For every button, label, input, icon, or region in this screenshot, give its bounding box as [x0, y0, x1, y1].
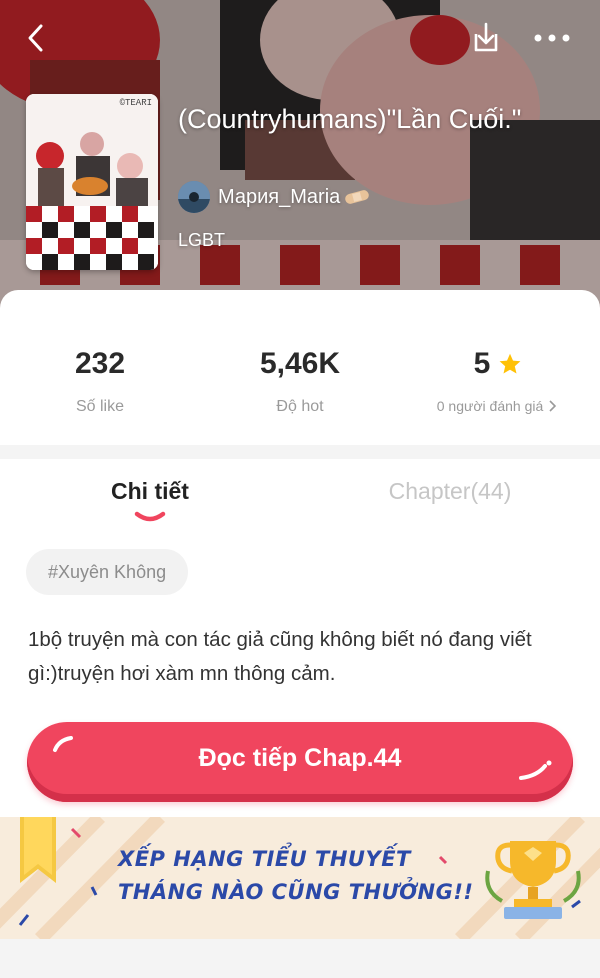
back-button[interactable]	[12, 14, 60, 62]
continue-reading-label: Đọc tiếp Chap.44	[198, 743, 402, 772]
rating-count-label: 0 người đánh giá	[436, 398, 544, 414]
tab-details[interactable]: Chi tiết	[0, 478, 300, 505]
rating-value: 5	[473, 347, 491, 380]
banner-headline: XẾP HẠNG TIỂU THUYẾT	[118, 847, 411, 871]
tab-chapters[interactable]: Chapter(44)	[300, 478, 600, 505]
checkered-tablecloth	[26, 206, 158, 270]
bookmark-ribbon-icon	[20, 817, 56, 883]
cover-illustration	[26, 94, 158, 270]
active-tab-indicator	[134, 511, 166, 522]
tab-bar: Chi tiết Chapter(44)	[0, 460, 600, 530]
story-header: ©TEARI (Countryhumans)"Lần Cuối." Мария_…	[0, 0, 600, 330]
hot-label: Độ hot	[276, 398, 324, 415]
hashtag-chip[interactable]: #Xuyên Không	[26, 549, 189, 595]
avatar-image	[178, 181, 210, 213]
more-dots-icon	[534, 34, 570, 42]
section-divider	[0, 445, 600, 459]
more-options-button[interactable]	[528, 14, 576, 62]
rating-stat[interactable]: 5 0 người đánh giá	[398, 346, 598, 416]
download-button[interactable]	[462, 14, 510, 62]
bottom-spacer	[0, 939, 600, 978]
button-shine-left	[53, 736, 73, 752]
rating-count-link[interactable]: 0 người đánh giá	[437, 398, 560, 414]
author-avatar[interactable]	[178, 181, 210, 213]
rating-value-row: 5	[474, 346, 523, 382]
likes-stat: 232 Số like	[0, 346, 200, 416]
trophy-icon	[485, 841, 581, 919]
hot-stat: 5,46K Độ hot	[200, 346, 400, 416]
download-icon	[474, 22, 498, 52]
bandage-icon	[345, 190, 370, 204]
ranking-promo-banner[interactable]: XẾP HẠNG TIỂU THUYẾT THÁNG NÀO CŨNG THƯỞ…	[0, 817, 600, 939]
continue-reading-button[interactable]: Đọc tiếp Chap.44	[27, 722, 573, 802]
likes-label: Số like	[75, 398, 125, 415]
chevron-left-icon	[28, 24, 43, 52]
likes-count: 232	[74, 347, 126, 380]
stats-row: 232 Số like 5,46K Độ hot 5 0 người đánh …	[0, 290, 600, 440]
cover-artist-tag: ©TEARI	[119, 98, 152, 108]
banner-subline: THÁNG NÀO CŨNG THƯỞNG!!	[118, 880, 474, 904]
story-cover[interactable]: ©TEARI	[26, 94, 158, 270]
story-title: (Countryhumans)"Lần Cuối."	[178, 104, 522, 134]
author-row[interactable]: Мария_Maria	[178, 180, 370, 214]
story-description: 1bộ truyện mà con tác giả cũng không biế…	[28, 628, 532, 685]
button-shine-right	[519, 760, 552, 780]
genre-tag: LGBT	[178, 230, 226, 250]
story-detail-card: 232 Số like 5,46K Độ hot 5 0 người đánh …	[0, 290, 600, 978]
top-bar	[0, 0, 600, 76]
author-name[interactable]: Мария_Maria	[218, 186, 340, 209]
chevron-right-icon	[549, 400, 557, 412]
star-icon	[499, 353, 521, 374]
hot-count: 5,46K	[259, 347, 341, 380]
